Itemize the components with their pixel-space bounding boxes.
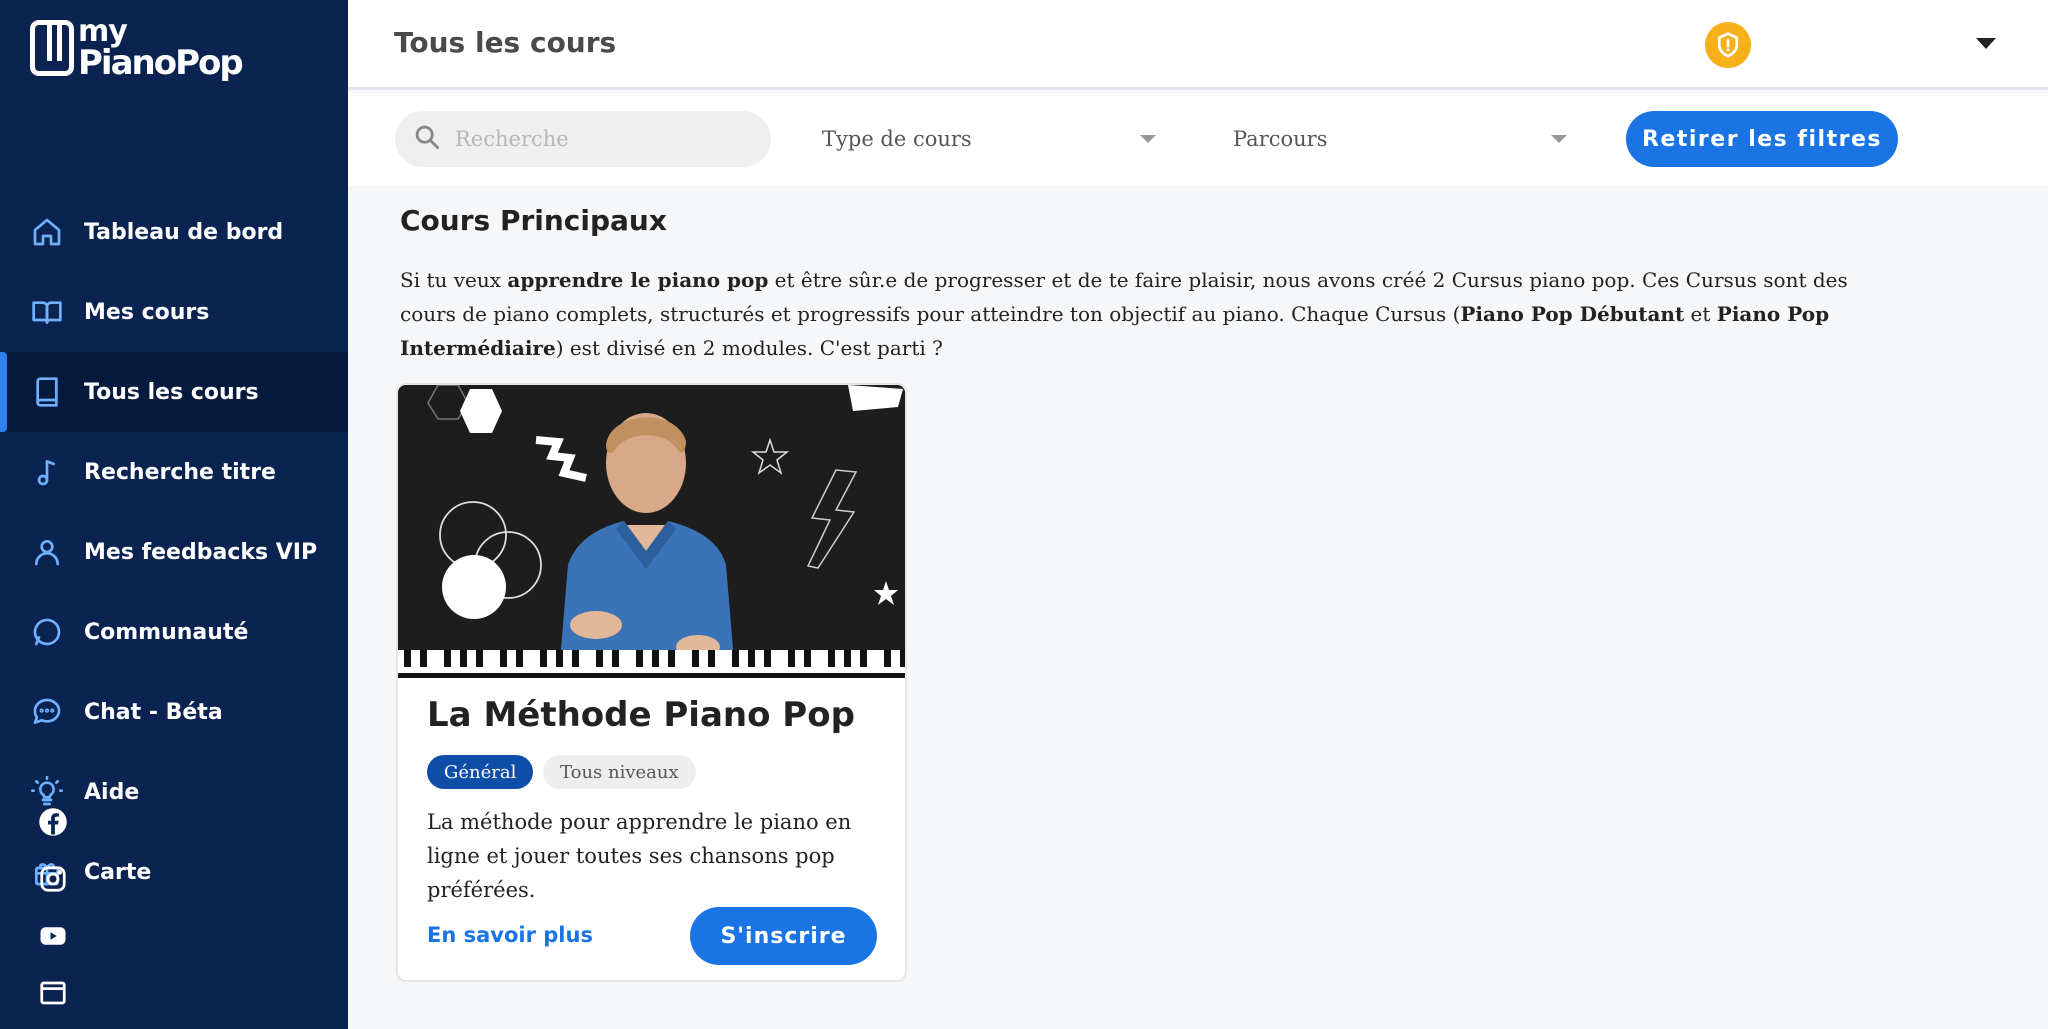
enroll-button[interactable]: S'inscrire	[690, 907, 877, 965]
sidebar-item-chat-beta[interactable]: Chat - Béta	[0, 672, 348, 752]
course-thumbnail[interactable]	[398, 385, 905, 678]
clear-filters-button[interactable]: Retirer les filtres	[1626, 111, 1898, 167]
chat-dots-icon	[30, 695, 64, 729]
sidebar-item-tableau-de-bord[interactable]: Tableau de bord	[0, 192, 348, 272]
intro-text: Si tu veux	[400, 268, 508, 292]
filters-bar: Type de cours Parcours Retirer les filtr…	[348, 93, 2048, 186]
intro-bold: Piano Pop Débutant	[1460, 302, 1685, 326]
sidebar-item-recherche-titre[interactable]: Recherche titre	[0, 432, 348, 512]
search-input[interactable]	[455, 127, 755, 151]
user-icon	[30, 535, 64, 569]
chevron-down-icon	[1551, 135, 1567, 143]
facebook-icon[interactable]	[36, 805, 70, 839]
youtube-icon[interactable]	[36, 919, 70, 953]
sidebar-item-label: Communauté	[84, 619, 249, 645]
sidebar-item-communaute[interactable]: Communauté	[0, 592, 348, 672]
logo[interactable]: my PianoPop	[30, 17, 244, 83]
sidebar-item-label: Mes cours	[84, 299, 210, 325]
sidebar-item-label: Tableau de bord	[84, 219, 284, 245]
sidebar-item-tous-les-cours[interactable]: Tous les cours	[0, 352, 348, 432]
course-thumbnail-illustration	[398, 385, 905, 678]
page-title: Tous les cours	[394, 26, 617, 59]
sidebar-item-label: Carte	[84, 859, 152, 885]
course-description: La méthode pour apprendre le piano en li…	[427, 810, 852, 902]
parcours-select[interactable]: Parcours	[1233, 111, 1567, 167]
top-bar: Tous les cours	[348, 0, 2048, 90]
sidebar: my PianoPop Tableau de bord Mes cours To…	[0, 0, 348, 1029]
sidebar-item-label: Tous les cours	[84, 379, 259, 405]
sidebar-item-label: Mes feedbacks VIP	[84, 539, 318, 565]
parcours-select-value: Parcours	[1233, 127, 1328, 151]
sidebar-item-label: Recherche titre	[84, 459, 276, 485]
sidebar-item-mes-cours[interactable]: Mes cours	[0, 272, 348, 352]
sidebar-item-label: Chat - Béta	[84, 699, 223, 725]
user-menu-chevron-down-icon[interactable]	[1976, 38, 1996, 49]
instagram-icon[interactable]	[36, 862, 70, 896]
lightbulb-icon	[30, 775, 64, 809]
shield-badge-icon[interactable]	[1705, 22, 1751, 68]
music-note-icon	[30, 455, 64, 489]
browser-window-icon[interactable]	[36, 976, 70, 1010]
tag-level: Tous niveaux	[543, 755, 696, 789]
sidebar-nav: Tableau de bord Mes cours Tous les cours…	[0, 192, 348, 912]
home-icon	[30, 215, 64, 249]
course-type-select[interactable]: Type de cours	[822, 111, 1156, 167]
intro-bold: apprendre le piano pop	[507, 268, 769, 292]
course-title[interactable]: La Méthode Piano Pop	[427, 695, 855, 735]
logo-text-pianopop: PianoPop	[78, 42, 244, 83]
piano-logo-icon	[30, 20, 74, 76]
sidebar-item-label: Aide	[84, 779, 140, 805]
intro-paragraph: Si tu veux apprendre le piano pop et êtr…	[400, 263, 1880, 365]
book-icon	[30, 375, 64, 409]
sidebar-item-feedbacks-vip[interactable]: Mes feedbacks VIP	[0, 512, 348, 592]
chat-bubble-icon	[30, 615, 64, 649]
course-card[interactable]: La Méthode Piano Pop Général Tous niveau…	[396, 383, 907, 982]
search-box[interactable]	[395, 111, 771, 167]
tag-general: Général	[427, 755, 534, 789]
intro-text: ) est divisé en 2 modules. C'est parti ?	[555, 336, 943, 360]
book-open-icon	[30, 295, 64, 329]
chevron-down-icon	[1140, 135, 1156, 143]
intro-text: et	[1684, 302, 1717, 326]
section-title: Cours Principaux	[400, 204, 667, 237]
search-icon	[413, 123, 441, 155]
learn-more-link[interactable]: En savoir plus	[427, 923, 593, 947]
course-type-select-value: Type de cours	[822, 127, 972, 151]
